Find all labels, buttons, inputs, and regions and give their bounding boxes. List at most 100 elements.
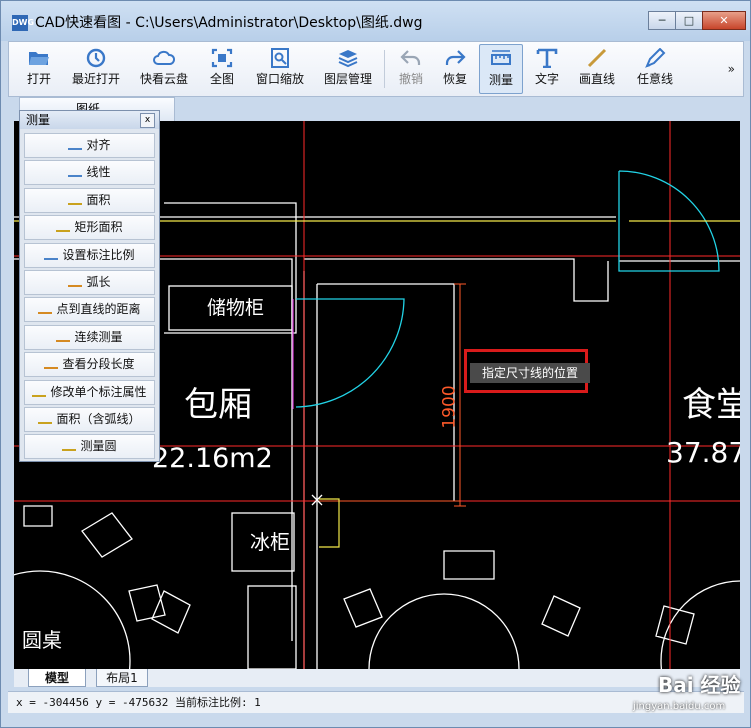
round-table-middle [368,593,520,669]
measure-circle-button[interactable]: 测量圆 [24,434,155,460]
freehand-line-button[interactable]: 任意线 [631,44,679,94]
measure-panel: 测量 x 对齐 线性 面积 矩形面积 设置标注比例 弧长 点到直线的距离 连续测… [19,110,160,462]
measure-panel-title[interactable]: 测量 x [20,111,159,129]
open-button[interactable]: 打开 [13,44,65,94]
measure-arc-length-label: 弧长 [86,274,111,289]
folder-open-icon [29,52,49,65]
continuous-measure-icon [56,330,71,342]
dimension-value-label: 1900 [439,385,460,429]
edit-dimension-label: 修改单个标注属性 [50,384,147,399]
layers-icon [338,50,358,68]
area-icon [68,193,83,205]
round-table-right [660,580,740,669]
text-label: 文字 [534,72,559,86]
edit-dimension-button[interactable]: 修改单个标注属性 [24,379,155,405]
zoom-window-icon [271,48,289,68]
redo-button[interactable]: 恢复 [435,44,475,94]
toolbar-overflow-button[interactable]: » [728,62,735,76]
continuous-measure-label: 连续测量 [74,329,123,344]
arc-area-button[interactable]: 面积（含弧线） [24,406,155,432]
maximize-button[interactable]: □ [675,11,703,30]
point-to-line-button[interactable]: 点到直线的距离 [24,297,155,323]
measure-linear-label: 线性 [86,165,111,180]
toolbar-separator [384,50,385,88]
layout-tab-bar: 模型 布局1 [14,669,740,687]
dining-label: 食堂 [682,385,740,425]
wall-line [304,258,609,302]
edit-dimension-icon [32,385,47,397]
undo-label: 撤销 [398,72,423,86]
ruler-icon [491,50,511,65]
minimize-button[interactable]: ─ [648,11,676,30]
tab-layout1[interactable]: 布局1 [96,669,148,687]
window-zoom-label: 窗口缩放 [255,72,304,86]
main-toolbar: 打开 最近打开 快看云盘 全图 窗口缩放 图层管理 撤销 恢复 测量 文字 画直… [8,41,744,97]
measure-align-label: 对齐 [86,138,111,152]
measure-label: 测量 [488,73,513,87]
chairs-middle [343,550,695,645]
segment-length-label: 查看分段长度 [62,357,135,372]
redo-label: 恢复 [442,72,467,86]
cloud-icon [153,50,175,65]
measure-button[interactable]: 测量 [479,44,523,94]
recent-label: 最近打开 [71,72,120,86]
title-bar[interactable]: DWG CAD快速看图 - C:\Users\Administrator\Des… [1,1,750,41]
measure-panel-close-button[interactable]: x [140,113,155,128]
round-table-label: 圆桌 [22,628,62,652]
dimension-prompt-tooltip: 指定尺寸线的位置 [470,363,590,383]
fit-screen-icon [211,48,233,68]
window-zoom-button[interactable]: 窗口缩放 [251,44,309,94]
undo-button[interactable]: 撤销 [391,44,431,94]
segment-length-icon [44,357,59,370]
set-dimension-scale-label: 设置标注比例 [62,247,135,262]
measure-circle-label: 测量圆 [80,439,117,454]
arc-area-label: 面积（含弧线） [56,411,141,426]
room-area-label: 22.16m2 [152,443,273,474]
measure-rect-area-button[interactable]: 矩形面积 [24,215,155,241]
line-icon [587,48,607,68]
app-logo-icon: DWG [12,15,34,31]
chairs-left [23,505,191,634]
set-dimension-scale-button[interactable]: 设置标注比例 [24,242,155,268]
freehand-line-label: 任意线 [636,72,673,86]
segment-length-button[interactable]: 查看分段长度 [24,352,155,378]
dining-area-label: 37.87 [666,436,740,469]
app-window: DWG CAD快速看图 - C:\Users\Administrator\Des… [0,0,751,728]
watermark-url: jingyan.baidu.com [633,701,726,712]
measure-align-button[interactable]: 对齐 [24,133,155,158]
rect-area-icon [56,220,71,233]
circle-measure-icon [62,439,77,452]
recent-button[interactable]: 最近打开 [67,44,125,94]
linear-measure-icon [68,165,83,178]
close-button[interactable]: ✕ [702,11,746,30]
tab-model[interactable]: 模型 [28,669,86,687]
clock-icon [86,48,106,68]
align-measure-icon [68,138,83,150]
text-button[interactable]: 文字 [527,44,567,94]
arc-area-icon [38,412,53,424]
arc-length-icon [68,275,83,287]
measure-area-label: 面积 [86,192,111,207]
yellow-box [319,498,340,548]
point-line-icon [38,302,53,315]
window-controls: ─ □ ✕ [648,11,746,30]
room-label: 包厢 [184,385,252,425]
storage-cabinet-label: 储物柜 [207,297,265,319]
measure-tool-list: 对齐 线性 面积 矩形面积 设置标注比例 弧长 点到直线的距离 连续测量 查看分… [24,133,155,462]
measure-area-button[interactable]: 面积 [24,187,155,213]
measure-arc-length-button[interactable]: 弧长 [24,269,155,295]
layer-manager-label: 图层管理 [323,72,372,86]
measure-rect-area-label: 矩形面积 [74,220,123,235]
measure-panel-title-text: 测量 [26,113,51,127]
draw-line-label: 画直线 [578,72,615,86]
round-table-left [14,570,131,669]
full-view-button[interactable]: 全图 [201,44,243,94]
cloud-button[interactable]: 快看云盘 [135,44,193,94]
draw-line-button[interactable]: 画直线 [573,44,621,94]
continuous-measure-button[interactable]: 连续测量 [24,324,155,350]
measure-linear-button[interactable]: 线性 [24,160,155,186]
point-to-line-label: 点到直线的距离 [56,302,141,317]
wall-line [317,283,455,501]
full-view-label: 全图 [209,72,234,86]
layer-manager-button[interactable]: 图层管理 [317,44,379,94]
